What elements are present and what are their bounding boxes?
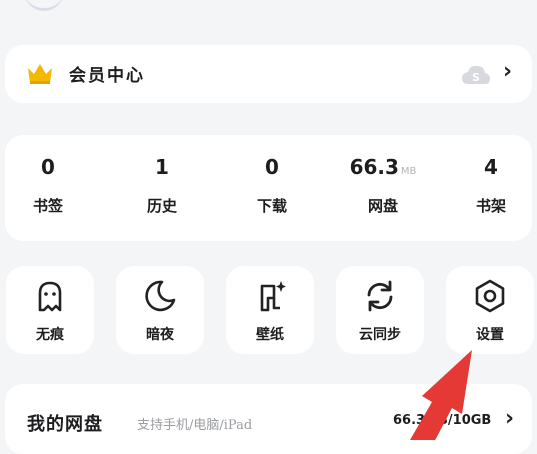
tool-settings[interactable]: 设置 (446, 266, 534, 354)
crown-icon (28, 64, 52, 84)
moon-icon (145, 280, 176, 312)
my-cloud-disk-row[interactable]: 我的网盘 支持手机/电脑/iPad 66.3MB/10GB › (5, 384, 532, 454)
disk-subtitle: 支持手机/电脑/iPad (137, 418, 253, 433)
stats-panel: 0 书签 1 历史 0 下载 66.3 MB 网盘 4 书架 (5, 135, 532, 241)
tool-label: 壁纸 (256, 327, 284, 343)
stat-bookshelf[interactable]: 4 书架 (446, 153, 536, 216)
stat-history[interactable]: 1 历史 (117, 153, 207, 216)
stat-value: 0 (41, 155, 55, 179)
stat-label: 下载 (256, 197, 287, 215)
settings-hexagon-icon (475, 279, 505, 313)
vip-center-row[interactable]: 会员中心 S › (5, 45, 532, 103)
tool-wallpaper[interactable]: 壁纸 (226, 266, 314, 354)
stat-value: 0 (265, 155, 279, 179)
tool-night-mode[interactable]: 暗夜 (116, 266, 204, 354)
tool-label: 无痕 (36, 327, 64, 343)
stat-label: 网盘 (367, 197, 398, 215)
tool-cloud-sync[interactable]: 云同步 (336, 266, 424, 354)
stat-label: 书架 (475, 197, 506, 215)
tool-label: 暗夜 (146, 327, 174, 343)
ghost-icon (38, 281, 62, 312)
chevron-right-icon: › (503, 59, 513, 84)
stat-cloud-disk[interactable]: 66.3 MB 网盘 (338, 153, 428, 216)
profile-avatar-edge (24, 0, 64, 11)
stat-label: 历史 (146, 197, 177, 215)
svg-text:S: S (472, 71, 480, 84)
tool-incognito[interactable]: 无痕 (6, 266, 94, 354)
disk-usage: 66.3MB/10GB (393, 413, 492, 428)
stat-bookmarks[interactable]: 0 书签 (3, 153, 93, 216)
chevron-right-icon: › (505, 406, 515, 431)
stat-value: 4 (484, 155, 498, 179)
disk-title: 我的网盘 (27, 414, 103, 435)
cloud-badge-icon: S (462, 65, 490, 84)
stat-label: 书签 (32, 197, 63, 215)
tool-label: 设置 (476, 327, 504, 343)
stat-value: 1 (155, 155, 169, 179)
tool-label: 云同步 (359, 327, 401, 343)
stat-unit: MB (400, 166, 417, 177)
vip-center-label: 会员中心 (69, 66, 145, 86)
sync-icon (367, 280, 393, 312)
stat-downloads[interactable]: 0 下载 (227, 153, 317, 216)
stat-value: 66.3 MB (349, 155, 417, 179)
wallpaper-icon (260, 281, 286, 312)
